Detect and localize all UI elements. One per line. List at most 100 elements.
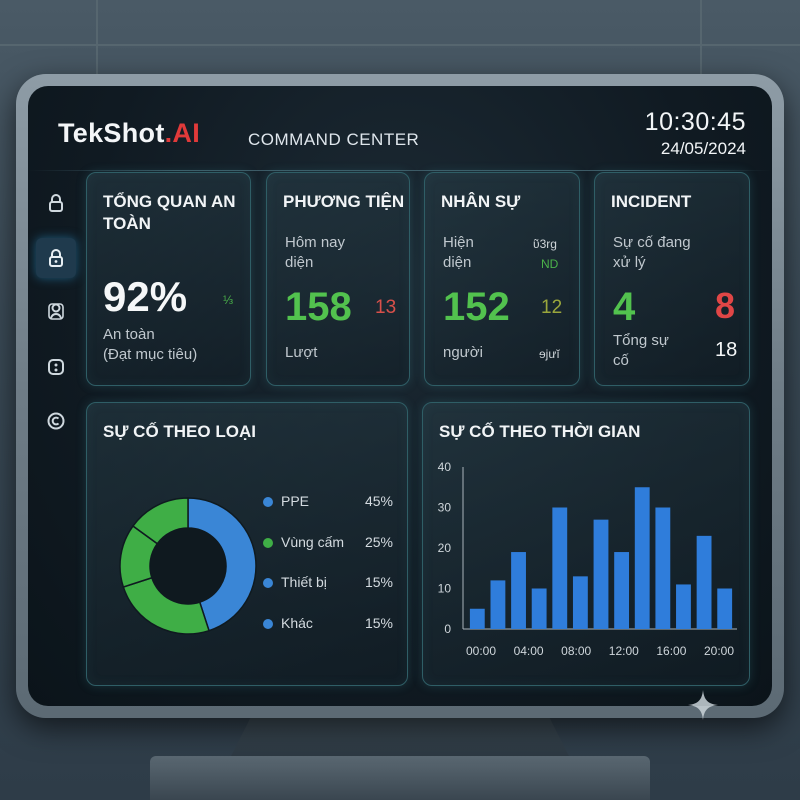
personnel-tag-top: ῦ3rg	[533, 237, 557, 251]
donut-hole	[150, 528, 226, 604]
y-tick-label: 20	[438, 541, 452, 555]
vehicles-label-line2: diện	[285, 254, 314, 271]
wall-line	[0, 44, 800, 46]
incident-card[interactable]: INCIDENT Sự cố đang xử lý 4 8 Tổng sự cố 1…	[594, 172, 750, 386]
legend-label: PPE	[281, 493, 310, 509]
x-tick-label: 04:00	[514, 644, 544, 658]
vehicles-card-title: PHƯƠNG TIỆN	[283, 192, 405, 211]
legend-pct: 25%	[364, 534, 393, 550]
personnel-count: 152	[443, 285, 510, 329]
personnel-label-line2: diện	[443, 254, 472, 271]
bar-5	[552, 507, 568, 629]
incident-label-line1: Sự cố đang	[613, 234, 691, 251]
page-title: COMMAND CENTER	[248, 130, 420, 149]
safety-title-line2: TOÀN	[103, 214, 151, 233]
bar-3	[511, 552, 526, 629]
vehicles-card[interactable]: PHƯƠNG TIỆN Hôm nay diện 158 13 Lượt	[266, 172, 410, 386]
sidebar-item-face[interactable]	[43, 354, 69, 380]
sidebar	[28, 170, 86, 706]
brand-logo: TekShot.AI	[58, 118, 200, 149]
y-tick-label: 10	[438, 582, 452, 596]
incident-card-title: INCIDENT	[611, 192, 692, 211]
vehicles-secondary: 13	[375, 297, 397, 318]
incident-total-label-line1: Tổng sự	[613, 332, 669, 349]
bar-2	[490, 580, 506, 629]
bar-12	[696, 535, 712, 629]
legend-pct: 15%	[364, 574, 393, 590]
incident-total-label-line2: cố	[613, 352, 629, 369]
bar-11	[676, 584, 691, 629]
personnel-secondary: 12	[541, 297, 563, 318]
bar-10	[655, 507, 671, 629]
logo-ai: AI	[172, 118, 201, 148]
monitor-stand-neck	[230, 718, 570, 758]
bar-6	[572, 576, 588, 629]
donut-chart	[119, 497, 257, 635]
x-tick-label: 00:00	[466, 644, 496, 658]
x-tick-label: 16:00	[656, 644, 686, 658]
face-icon	[48, 359, 64, 375]
vehicles-label-line1: Hôm nay	[285, 234, 346, 251]
legend-pct: 45%	[364, 493, 393, 509]
legend-dot	[263, 619, 273, 629]
clock-date: 24/05/2024	[660, 139, 746, 158]
legend-item-restricted-zone: Vùng cấm 25%	[263, 534, 393, 552]
bar-4	[531, 588, 547, 629]
y-tick-label: 0	[444, 622, 451, 636]
by-type-title: SỰ CỐ THEO LOẠI	[103, 422, 256, 441]
sidebar-item-lock-active[interactable]	[36, 238, 76, 278]
incidents-by-type-card[interactable]: SỰ CỐ THEO LOẠI PPE 45% Vùng cấm 25% Thiết…	[86, 402, 408, 686]
incident-label-line2: xử lý	[613, 254, 646, 271]
user-icon	[48, 303, 64, 320]
incident-active-count: 4	[613, 285, 636, 329]
legend-item-ppe: PPE 45%	[263, 493, 393, 511]
personnel-card-title: NHÂN SỰ	[441, 192, 521, 211]
safety-percentage: 92%	[103, 273, 188, 320]
sparkle-icon	[688, 690, 718, 720]
personnel-label: Hiện diện	[443, 233, 474, 273]
copyright-icon	[47, 412, 65, 430]
clock: 10:30:45 24/05/2024	[645, 108, 746, 159]
vehicles-label: Hôm nay diện	[285, 233, 345, 273]
bar-8	[614, 552, 630, 629]
vehicles-unit: Lượt	[285, 344, 318, 361]
legend-dot	[263, 497, 273, 507]
legend-label: Vùng cấm	[281, 534, 345, 550]
incident-total-label: Tổng sự cố	[613, 331, 669, 371]
legend-label: Thiết bị	[281, 574, 327, 590]
bar-13	[717, 588, 733, 629]
personnel-card[interactable]: NHÂN SỰ Hiện diện ῦ3rg ND 152 12 người ɘj…	[424, 172, 580, 386]
x-tick-label: 20:00	[704, 644, 734, 658]
safety-side-note: ⅓	[223, 293, 234, 307]
incident-label: Sự cố đang xử lý	[613, 233, 691, 273]
header-divider	[28, 170, 772, 171]
legend-item-equipment: Thiết bị 15%	[263, 574, 393, 592]
monitor-stand-base	[150, 756, 650, 800]
legend-dot	[263, 538, 273, 548]
safety-label-line1: An toàn	[103, 326, 155, 343]
personnel-unit-right: ɘjưĭ	[539, 347, 560, 361]
bar-1	[469, 608, 485, 629]
x-tick-label: 08:00	[561, 644, 591, 658]
legend-label: Khác	[281, 615, 313, 631]
sidebar-item-lock[interactable]	[43, 190, 69, 216]
safety-overview-card[interactable]: TỔNG QUAN AN TOÀN 92% ⅓ An toàn (Đạt mục t…	[86, 172, 251, 386]
bar-chart: 40 30 20 10 0 00:00 04:00 08:00 12:00 16:00 20:00	[438, 460, 737, 658]
lock-icon	[49, 194, 63, 212]
safety-label-line2: (Đạt mục tiêu)	[103, 346, 198, 363]
legend-dot	[263, 578, 273, 588]
y-tick-label: 40	[438, 460, 452, 474]
safety-title-line1: TỔNG QUAN AN	[103, 192, 236, 211]
sidebar-item-user[interactable]	[43, 298, 69, 324]
personnel-unit: người	[443, 344, 483, 361]
x-tick-label: 12:00	[609, 644, 639, 658]
sidebar-item-copyright[interactable]	[43, 408, 69, 434]
personnel-label-line1: Hiện	[443, 234, 474, 251]
legend-pct: 15%	[364, 615, 393, 631]
bar-9	[634, 487, 650, 629]
clock-time: 10:30:45	[644, 108, 746, 136]
y-tick-label: 30	[438, 501, 452, 515]
incident-secondary: 8	[715, 285, 736, 326]
safety-label: An toàn (Đạt mục tiêu)	[103, 325, 197, 365]
incidents-by-time-card[interactable]: SỰ CỐ THEO THỜI GIAN 40 30 20 10 0 00:00 04:00…	[422, 402, 750, 686]
